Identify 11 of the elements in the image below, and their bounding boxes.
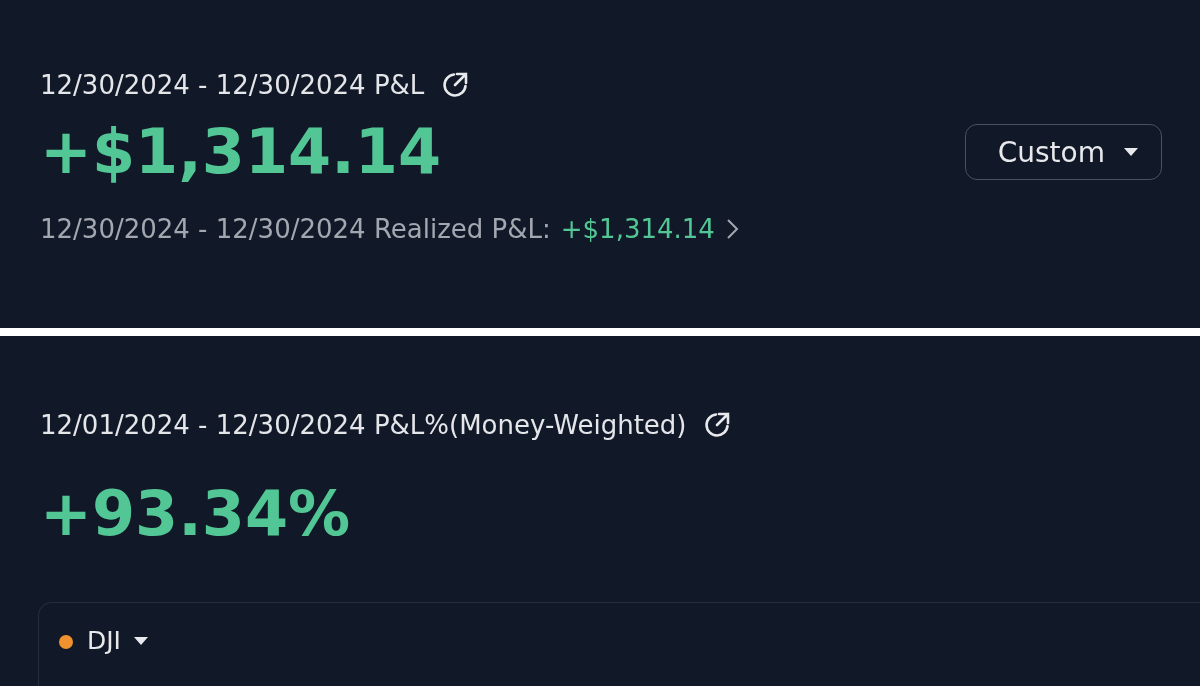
pnl-value: +$1,314.14 [40, 114, 442, 190]
panel-title: 12/01/2024 - 12/30/2024 P&L%(Money-Weighted) [40, 410, 687, 440]
caret-icon [133, 636, 149, 646]
realized-value: +$1,314.14 [560, 214, 715, 244]
panel-title: 12/30/2024 - 12/30/2024 P&L [40, 70, 425, 100]
benchmark-dropdown[interactable]: DJI [87, 625, 149, 657]
return-percent: +93.34% [40, 476, 352, 552]
range-dropdown[interactable]: Custom [964, 124, 1162, 180]
caret-icon [1123, 147, 1139, 157]
chevron-right-icon[interactable] [724, 218, 739, 240]
realized-label: 12/30/2024 - 12/30/2024 Realized P&L: [40, 214, 551, 244]
